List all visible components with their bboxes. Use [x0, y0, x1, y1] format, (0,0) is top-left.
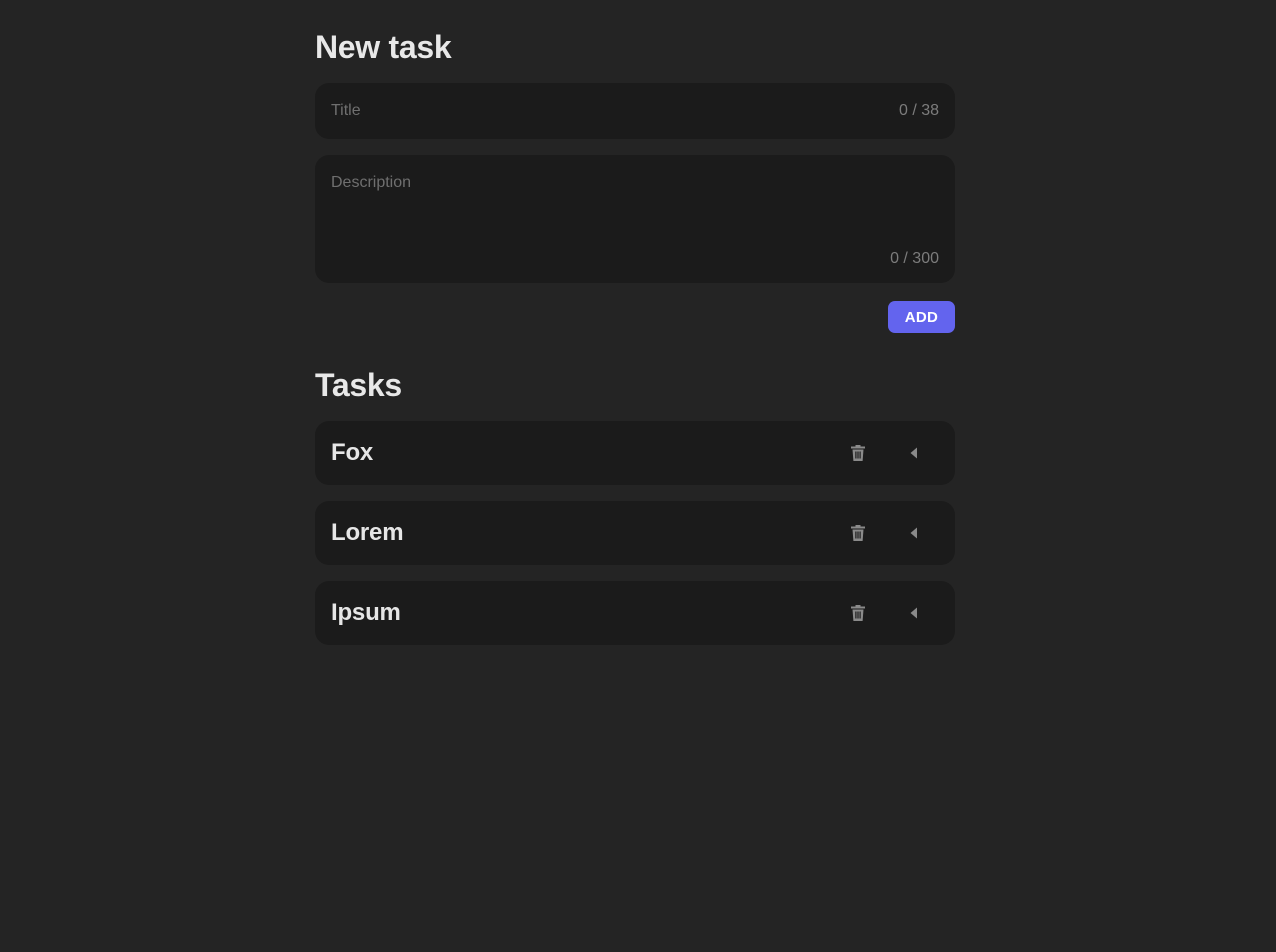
- description-field[interactable]: 0 / 300: [315, 155, 955, 283]
- description-input[interactable]: [331, 173, 931, 243]
- caret-left-icon[interactable]: [902, 521, 926, 545]
- task-item[interactable]: Ipsum: [315, 581, 955, 645]
- trash-icon[interactable]: [846, 601, 870, 625]
- task-title: Lorem: [331, 519, 404, 546]
- title-field[interactable]: 0 / 38: [315, 83, 955, 139]
- task-item[interactable]: Fox: [315, 421, 955, 485]
- task-item[interactable]: Lorem: [315, 501, 955, 565]
- trash-icon[interactable]: [846, 441, 870, 465]
- new-task-heading: New task: [315, 29, 452, 65]
- caret-left-icon[interactable]: [902, 601, 926, 625]
- caret-left-icon[interactable]: [902, 441, 926, 465]
- title-char-counter: 0 / 38: [898, 102, 939, 119]
- add-task-button[interactable]: ADD: [888, 301, 955, 333]
- title-input[interactable]: [331, 83, 871, 139]
- task-title: Ipsum: [331, 599, 401, 626]
- tasks-heading: Tasks: [315, 367, 402, 403]
- trash-icon[interactable]: [846, 521, 870, 545]
- description-char-counter: 0 / 300: [890, 250, 939, 267]
- task-title: Fox: [331, 439, 374, 466]
- task-list: Fox Lorem Ipsum: [315, 421, 955, 661]
